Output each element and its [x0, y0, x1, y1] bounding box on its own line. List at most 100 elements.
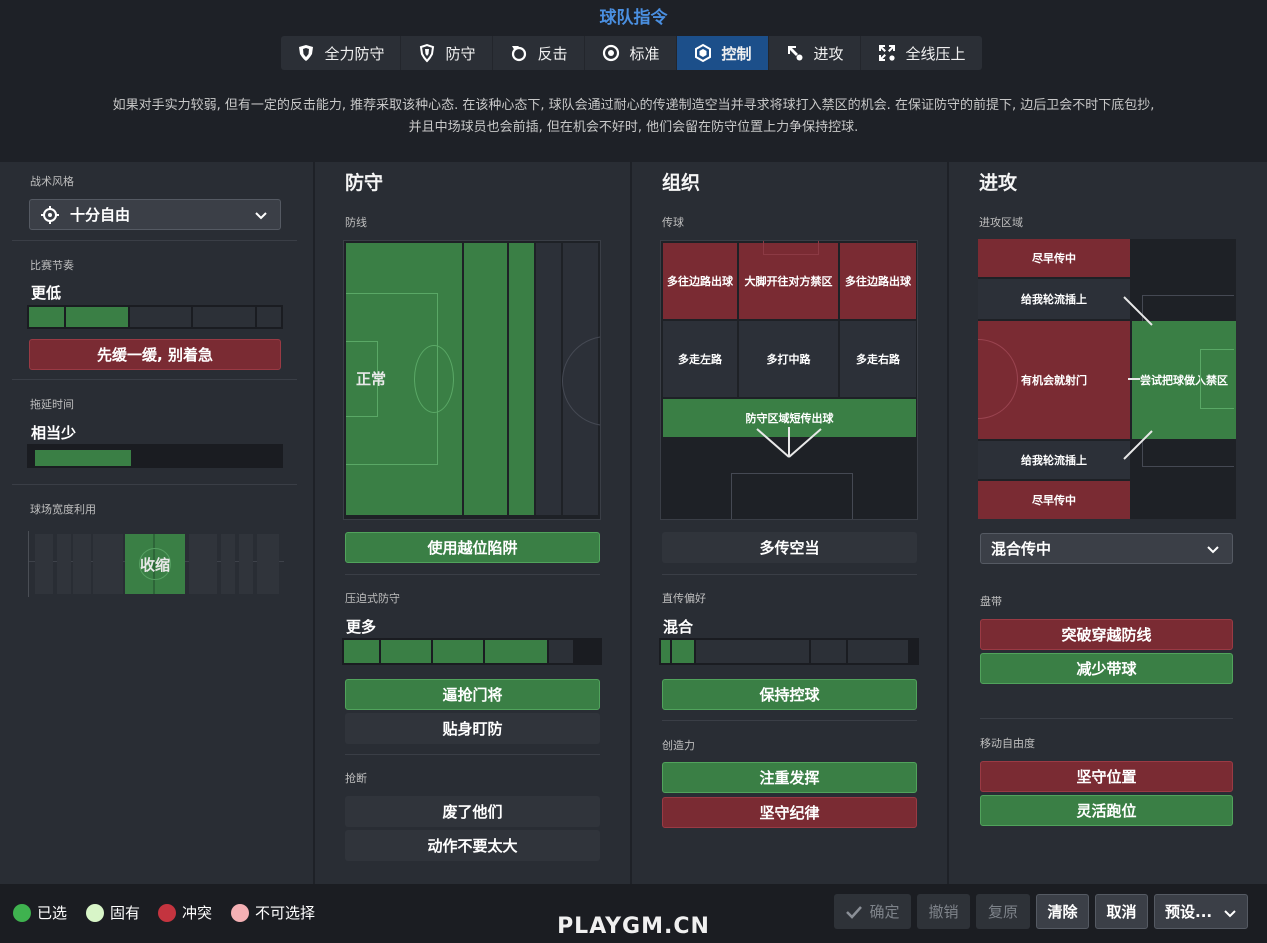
confirm-button[interactable]: 确定 [834, 894, 911, 929]
tempo-button[interactable]: 先缓一缓, 别着急 [29, 339, 281, 370]
tab-attacking[interactable]: 进攻 [769, 36, 861, 70]
dribble-label: 盘带 [980, 595, 1002, 608]
press-label: 压迫式防守 [345, 592, 400, 605]
line-zone [536, 243, 561, 515]
man-marking-button[interactable]: 贴身盯防 [345, 713, 600, 744]
mentality-tabs: 全力防守 防守 反击 标准 控制 进攻 全线压上 [281, 36, 982, 70]
undo-button[interactable]: 撤销 [917, 894, 970, 929]
width-stripe [93, 534, 123, 594]
express-button[interactable]: 注重发挥 [662, 762, 917, 793]
creativity-label: 创造力 [662, 739, 695, 752]
passing-label: 传球 [662, 216, 684, 229]
bar-segment[interactable] [29, 307, 64, 327]
defence-panel: 防守 防线 正常 使用越位陷阱 压迫式防守 更多 逼抢门将 贴身盯防 抢断 废了… [315, 162, 630, 884]
timewasting-fill [35, 450, 131, 466]
tab-defensive[interactable]: 防守 [401, 36, 493, 70]
defensive-line-pitch[interactable]: 正常 [343, 240, 601, 520]
line-zone [509, 243, 534, 515]
description-line-1: 如果对手实力较弱, 但有一定的反击能力, 推荐采取该种心态. 在该种心态下, 球… [112, 98, 1155, 113]
roam-button[interactable]: 灵活跑位 [980, 795, 1233, 826]
tab-counter[interactable]: 反击 [493, 36, 585, 70]
divider [12, 484, 297, 485]
width-stripe [257, 534, 279, 594]
bar-segment[interactable] [433, 640, 483, 663]
divider [12, 240, 297, 241]
press-slider[interactable] [342, 638, 602, 665]
control-cube-icon [693, 43, 713, 63]
bar-segment[interactable] [696, 640, 809, 663]
dribble-less-button[interactable]: 减少带球 [980, 653, 1233, 684]
bar-segment[interactable] [661, 640, 670, 663]
offside-trap-button[interactable]: 使用越位陷阱 [345, 532, 600, 563]
bar-segment[interactable] [344, 640, 379, 663]
bar-segment[interactable] [257, 307, 282, 327]
bar-segment[interactable] [672, 640, 694, 663]
attack-pitch[interactable]: 尽早传中 给我轮流插上 有机会就射门 尝试把球做入禁区 给我轮流插上 尽早传中 [978, 239, 1236, 519]
crossing-dropdown[interactable]: 混合传中 [980, 533, 1233, 564]
all-out-attack-icon [877, 43, 897, 63]
space-pass-button[interactable]: 多传空当 [662, 532, 917, 563]
presets-dropdown[interactable]: 预设... [1154, 894, 1248, 929]
organisation-panel: 组织 传球 多往边路出球 大脚开往对方禁区 多往边路出球 多走左路 多打中路 多… [632, 162, 947, 884]
width-stripe [73, 534, 91, 594]
tab-very-defensive[interactable]: 全力防守 [281, 36, 401, 70]
presets-label: 预设... [1165, 903, 1213, 921]
timewasting-label: 拖延时间 [30, 398, 74, 411]
cancel-button[interactable]: 取消 [1095, 894, 1148, 929]
divider [662, 720, 917, 721]
tackle-harder-button[interactable]: 废了他们 [345, 796, 600, 827]
clear-button[interactable]: 清除 [1036, 894, 1089, 929]
press-value: 更多 [346, 618, 377, 636]
style-value: 十分自由 [70, 206, 131, 224]
tab-label: 反击 [537, 44, 568, 63]
discipline-button[interactable]: 坚守纪律 [662, 797, 917, 828]
width-stripe [239, 534, 253, 594]
tab-balanced[interactable]: 标准 [585, 36, 677, 70]
redo-button[interactable]: 复原 [976, 894, 1030, 929]
zone-label: 进攻区域 [979, 216, 1023, 229]
attack-arrow-icon [785, 43, 805, 63]
bar-segment[interactable] [65, 307, 128, 327]
divider [12, 379, 297, 380]
style-label: 战术风格 [30, 175, 74, 188]
divider [980, 718, 1233, 719]
chevron-down-icon [1206, 542, 1220, 560]
keep-possession-button[interactable]: 保持控球 [662, 679, 917, 710]
hold-position-button[interactable]: 坚守位置 [980, 761, 1233, 792]
organisation-title: 组织 [662, 172, 701, 194]
double-shield-icon [296, 43, 316, 63]
tempo-slider[interactable] [27, 305, 283, 329]
width-value: 收缩 [139, 556, 170, 574]
confirm-label: 确定 [869, 903, 900, 921]
width-stripe [35, 534, 53, 594]
line-value: 正常 [356, 370, 387, 388]
shield-icon [417, 43, 437, 63]
tackle-label: 抢断 [345, 772, 367, 785]
bar-segment[interactable] [811, 640, 846, 663]
width-stripe [189, 534, 217, 594]
tab-very-attacking[interactable]: 全线压上 [861, 36, 982, 70]
bar-segment[interactable] [549, 640, 573, 663]
mentality-description: 如果对手实力较弱, 但有一定的反击能力, 推荐采取该种心态. 在该种心态下, 球… [40, 95, 1227, 139]
tab-positive[interactable]: 控制 [677, 36, 769, 70]
crossing-value: 混合传中 [991, 540, 1052, 558]
bar-segment[interactable] [381, 640, 431, 663]
bar-segment[interactable] [848, 640, 908, 663]
bar-segment[interactable] [129, 307, 192, 327]
tempo-label: 比赛节奏 [30, 259, 74, 272]
left-panel: 战术风格 十分自由 比赛节奏 更低 先缓一缓, 别着急 拖延时间 相当少 球场宽… [0, 162, 313, 884]
press-goalkeeper-button[interactable]: 逼抢门将 [345, 679, 600, 710]
bar-segment[interactable] [485, 640, 547, 663]
counter-arrow-icon [509, 43, 529, 63]
passing-pitch[interactable]: 多往边路出球 大脚开往对方禁区 多往边路出球 多走左路 多打中路 多走右路 防守… [660, 240, 918, 520]
line-zone [464, 243, 507, 515]
directness-slider[interactable] [659, 638, 919, 665]
stay-on-feet-button[interactable]: 动作不要太大 [345, 830, 600, 861]
run-at-defence-button[interactable]: 突破穿越防线 [980, 619, 1233, 650]
tab-label: 进攻 [813, 44, 844, 63]
bar-segment[interactable] [193, 307, 256, 327]
width-pitch[interactable]: 收缩 [28, 531, 284, 597]
attack-arrows [1123, 296, 1153, 460]
style-dropdown[interactable]: 十分自由 [29, 199, 281, 230]
timewasting-slider[interactable] [27, 444, 283, 468]
